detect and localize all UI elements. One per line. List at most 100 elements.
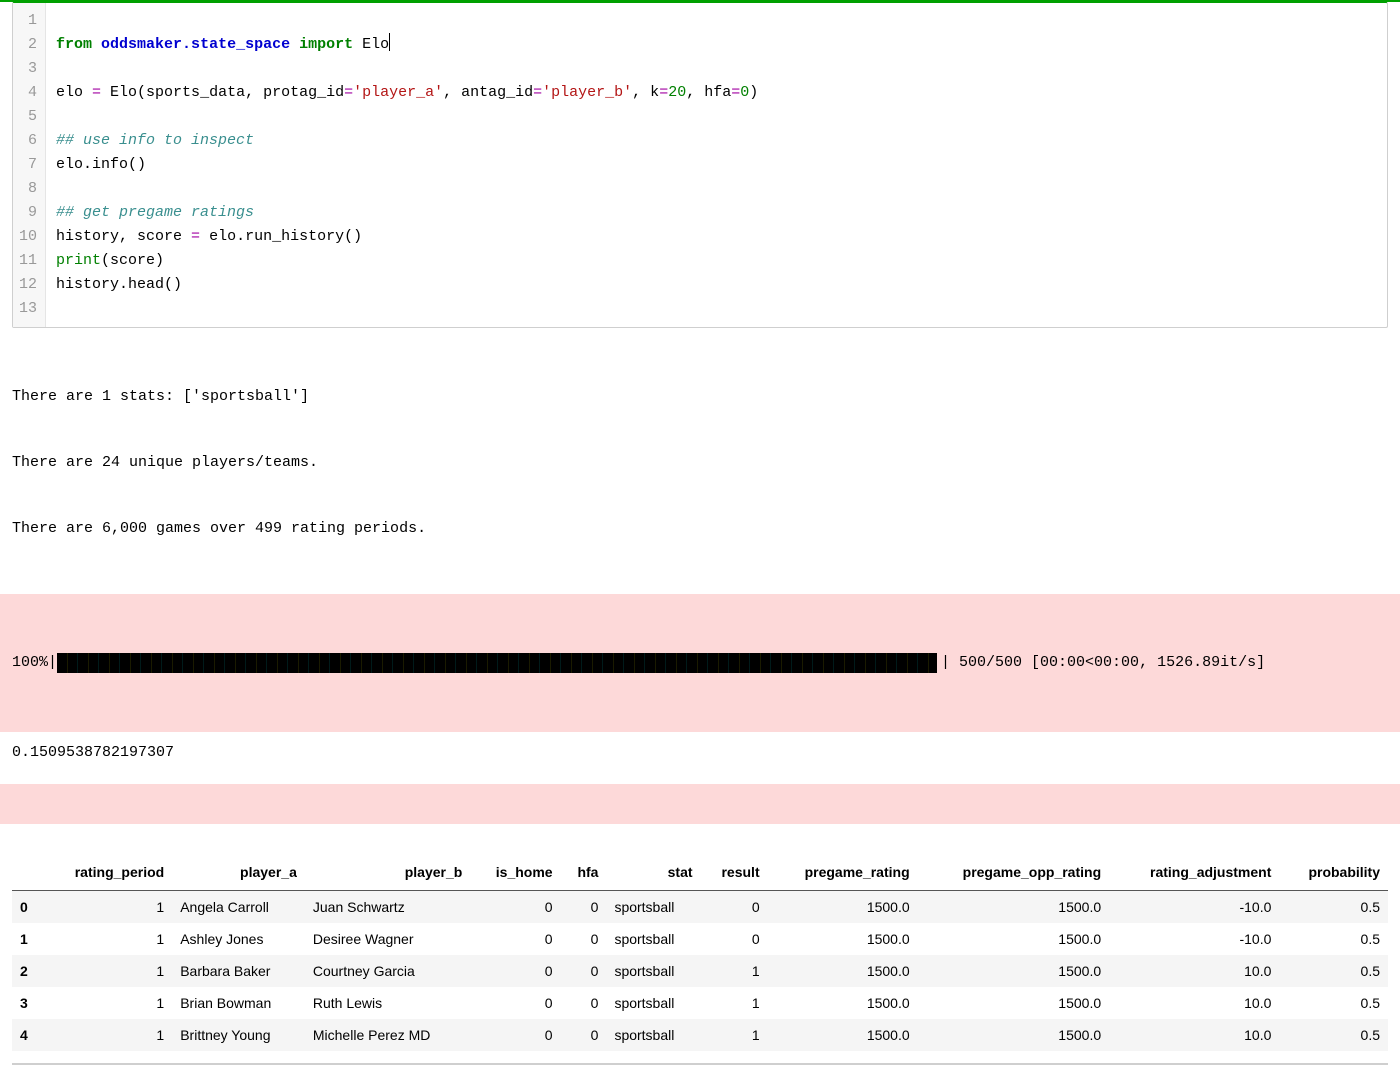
cell: sportsball bbox=[606, 987, 700, 1019]
cell: 1 bbox=[41, 1019, 172, 1051]
line-number: 8 bbox=[19, 177, 37, 201]
cell: 1500.0 bbox=[918, 987, 1109, 1019]
cell: 0 bbox=[470, 1019, 560, 1051]
cell: 0 bbox=[470, 923, 560, 955]
code-line[interactable]: from oddsmaker.state_space import Elo bbox=[56, 33, 1377, 57]
column-header: result bbox=[701, 854, 768, 891]
line-number: 6 bbox=[19, 129, 37, 153]
cell: 10.0 bbox=[1109, 1019, 1279, 1051]
line-number: 9 bbox=[19, 201, 37, 225]
progress-stats: | 500/500 [00:00<00:00, 1526.89it/s] bbox=[941, 650, 1265, 676]
code-line[interactable]: elo = Elo(sports_data, protag_id='player… bbox=[56, 81, 1377, 105]
info-line: There are 6,000 games over 499 rating pe… bbox=[12, 518, 1388, 540]
cell: Ruth Lewis bbox=[305, 987, 470, 1019]
cell: 0 bbox=[561, 955, 607, 987]
stderr-progress: 100%| | 500/500 [00:00<00:00, 1526.89it/… bbox=[0, 594, 1400, 732]
code-line[interactable] bbox=[56, 177, 1377, 201]
table-row: 41Brittney YoungMichelle Perez MD00sport… bbox=[12, 1019, 1388, 1051]
line-number: 12 bbox=[19, 273, 37, 297]
cell: 0.5 bbox=[1279, 1019, 1388, 1051]
line-number-gutter: 12345678910111213 bbox=[13, 3, 46, 327]
column-header: pregame_opp_rating bbox=[918, 854, 1109, 891]
line-number: 7 bbox=[19, 153, 37, 177]
row-index: 4 bbox=[12, 1019, 41, 1051]
column-header: hfa bbox=[561, 854, 607, 891]
code-line[interactable] bbox=[56, 297, 1377, 321]
cell: Brian Bowman bbox=[172, 987, 305, 1019]
line-number: 11 bbox=[19, 249, 37, 273]
code-line[interactable] bbox=[56, 9, 1377, 33]
column-header: player_a bbox=[172, 854, 305, 891]
cell: 1 bbox=[41, 923, 172, 955]
cell: 0 bbox=[561, 1019, 607, 1051]
cell: 0 bbox=[561, 923, 607, 955]
line-number: 10 bbox=[19, 225, 37, 249]
code-editor[interactable]: from oddsmaker.state_space import Elo el… bbox=[46, 3, 1387, 327]
table-row: 11Ashley JonesDesiree Wagner00sportsball… bbox=[12, 923, 1388, 955]
info-line: There are 1 stats: ['sportsball'] bbox=[12, 386, 1388, 408]
cell: 1500.0 bbox=[768, 923, 918, 955]
row-index: 3 bbox=[12, 987, 41, 1019]
line-number: 1 bbox=[19, 9, 37, 33]
column-header: probability bbox=[1279, 854, 1388, 891]
stdout-info: There are 1 stats: ['sportsball'] There … bbox=[0, 342, 1400, 584]
column-header bbox=[12, 854, 41, 891]
cell: 0.5 bbox=[1279, 955, 1388, 987]
table-row: 21Barbara BakerCourtney Garcia00sportsba… bbox=[12, 955, 1388, 987]
cell: Juan Schwartz bbox=[305, 891, 470, 924]
table-row: 31Brian BowmanRuth Lewis00sportsball1150… bbox=[12, 987, 1388, 1019]
cell: 1 bbox=[701, 1019, 768, 1051]
column-header: pregame_rating bbox=[768, 854, 918, 891]
table-row: 01Angela CarrollJuan Schwartz00sportsbal… bbox=[12, 891, 1388, 924]
cell: 10.0 bbox=[1109, 955, 1279, 987]
cell: Michelle Perez MD bbox=[305, 1019, 470, 1051]
code-line[interactable] bbox=[56, 105, 1377, 129]
stderr-spacer bbox=[0, 784, 1400, 824]
code-line[interactable]: print(score) bbox=[56, 249, 1377, 273]
cell: 0.5 bbox=[1279, 891, 1388, 924]
column-header: rating_adjustment bbox=[1109, 854, 1279, 891]
info-line: There are 24 unique players/teams. bbox=[12, 452, 1388, 474]
notebook-output: 12345678910111213 from oddsmaker.state_s… bbox=[0, 0, 1400, 1065]
code-line[interactable] bbox=[56, 57, 1377, 81]
cell: Brittney Young bbox=[172, 1019, 305, 1051]
dataframe-output: rating_periodplayer_aplayer_bis_homehfas… bbox=[0, 854, 1400, 1059]
cell: Barbara Baker bbox=[172, 955, 305, 987]
cell: 1500.0 bbox=[918, 923, 1109, 955]
cell: sportsball bbox=[606, 955, 700, 987]
score-output: 0.1509538782197307 bbox=[0, 736, 1400, 784]
cell: 1500.0 bbox=[768, 987, 918, 1019]
code-line[interactable]: history, score = elo.run_history() bbox=[56, 225, 1377, 249]
line-number: 3 bbox=[19, 57, 37, 81]
progress-bar bbox=[57, 653, 937, 673]
cell: sportsball bbox=[606, 891, 700, 924]
cell: 1500.0 bbox=[768, 891, 918, 924]
cell: 1 bbox=[41, 955, 172, 987]
cell: -10.0 bbox=[1109, 923, 1279, 955]
cell: 1500.0 bbox=[918, 891, 1109, 924]
code-cell[interactable]: 12345678910111213 from oddsmaker.state_s… bbox=[12, 2, 1388, 328]
cell: 1500.0 bbox=[918, 1019, 1109, 1051]
line-number: 4 bbox=[19, 81, 37, 105]
column-header: is_home bbox=[470, 854, 560, 891]
code-line[interactable]: history.head() bbox=[56, 273, 1377, 297]
column-header: player_b bbox=[305, 854, 470, 891]
column-header: rating_period bbox=[41, 854, 172, 891]
line-number: 2 bbox=[19, 33, 37, 57]
cell: 1 bbox=[701, 987, 768, 1019]
cell: 1500.0 bbox=[768, 1019, 918, 1051]
cell: Ashley Jones bbox=[172, 923, 305, 955]
cell: 1500.0 bbox=[768, 955, 918, 987]
cell: 0 bbox=[470, 987, 560, 1019]
cell: -10.0 bbox=[1109, 891, 1279, 924]
cell: 1 bbox=[701, 955, 768, 987]
code-line[interactable]: ## use info to inspect bbox=[56, 129, 1377, 153]
column-header: stat bbox=[606, 854, 700, 891]
line-number: 5 bbox=[19, 105, 37, 129]
code-line[interactable]: elo.info() bbox=[56, 153, 1377, 177]
code-line[interactable]: ## get pregame ratings bbox=[56, 201, 1377, 225]
row-index: 2 bbox=[12, 955, 41, 987]
cell: 0 bbox=[701, 923, 768, 955]
progress-percent: 100%| bbox=[12, 650, 57, 676]
cell: sportsball bbox=[606, 923, 700, 955]
